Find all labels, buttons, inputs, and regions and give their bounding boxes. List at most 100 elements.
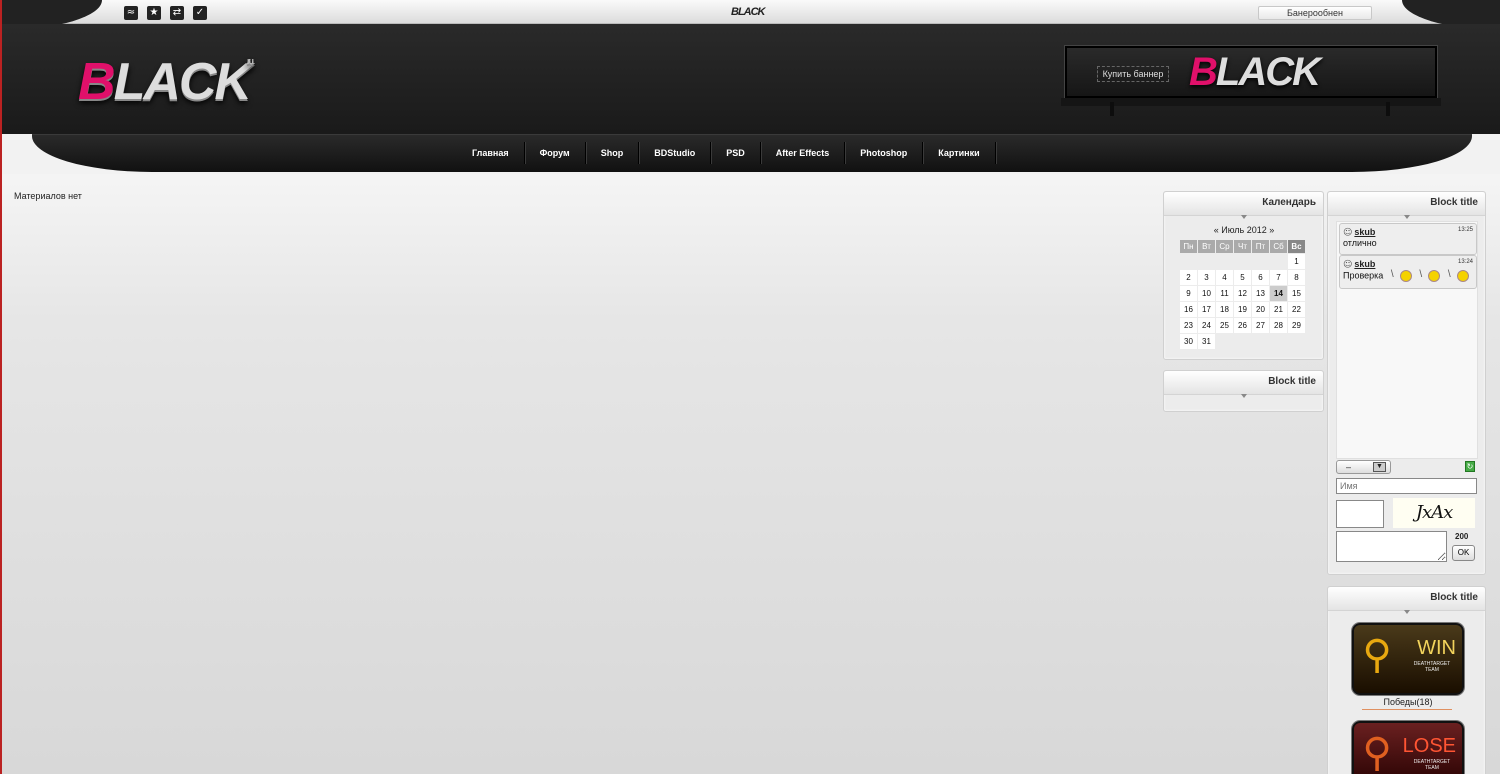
smiley-icon (1419, 269, 1441, 282)
banner-exchange-button[interactable]: Банерообнен (1258, 6, 1372, 20)
calendar-day[interactable]: 30 (1179, 333, 1198, 350)
calendar-day[interactable]: 28 (1269, 317, 1288, 334)
wins-label[interactable]: Победы(18) (1328, 697, 1488, 707)
awards-block-title: Block title (1328, 587, 1485, 614)
banner-leg (1386, 102, 1390, 116)
calendar-empty-cell (1270, 254, 1288, 270)
chat-message: skub 13:24 Проверка (1339, 255, 1477, 289)
nav-item-psd[interactable]: PSD (711, 142, 761, 164)
top-bar: ≈ ★ ⇄ ✓ BLACK Банерообнен (2, 0, 1500, 30)
chat-block-title: Block title (1328, 192, 1485, 219)
calendar-day[interactable]: 29 (1287, 317, 1306, 334)
calendar-day[interactable]: 25 (1215, 317, 1234, 334)
calendar-day[interactable]: 20 (1251, 301, 1270, 318)
mini-logo[interactable]: BLACK (731, 6, 765, 18)
calendar-day[interactable]: 13 (1251, 285, 1270, 302)
header-banner[interactable]: Купить баннер BLACK (1065, 46, 1437, 98)
trophy-icon: ⚲ (1362, 632, 1392, 678)
calendar-empty-cell (1252, 334, 1270, 350)
calendar-day[interactable]: 12 (1233, 285, 1252, 302)
calendar-day[interactable]: 16 (1179, 301, 1198, 318)
smiley-icon (1391, 269, 1412, 282)
buy-banner-button[interactable]: Купить баннер (1097, 66, 1169, 82)
calendar-day[interactable]: 9 (1179, 285, 1198, 302)
chat-message: skub 13:25 отлично (1339, 223, 1477, 255)
chat-block: Block title skub 13:25 отлично skub 13:2… (1327, 191, 1486, 575)
lose-award-image: ⚲ LOSE DEATHTARGET TEAM (1352, 721, 1464, 774)
char-counter: 200 (1455, 532, 1469, 541)
chat-message-text-value: Проверка (1343, 270, 1384, 281)
refresh-icon[interactable]: ↻ (1465, 461, 1475, 472)
calendar-empty-cell (1234, 334, 1252, 350)
prev-month-link[interactable]: « (1214, 225, 1219, 235)
calendar-empty-cell (1198, 254, 1216, 270)
calendar-weekday: Сб (1269, 239, 1288, 254)
calendar-day[interactable]: 27 (1251, 317, 1270, 334)
calendar-empty-cell (1234, 254, 1252, 270)
calendar-day[interactable]: 18 (1215, 301, 1234, 318)
calendar-empty-cell (1270, 334, 1288, 350)
captcha-input[interactable] (1336, 500, 1384, 528)
nav-item-photoshop[interactable]: Photoshop (845, 142, 924, 164)
calendar-day[interactable]: 2 (1179, 269, 1198, 286)
chat-message-text: отлично (1343, 238, 1377, 248)
nav-item-home[interactable]: Главная (457, 142, 525, 164)
site-logo[interactable]: BLACK .ru (78, 52, 254, 112)
rss-icon[interactable]: ≈ (124, 6, 138, 20)
calendar-empty-cell (1216, 334, 1234, 350)
chat-messages[interactable]: skub 13:25 отлично skub 13:24 Проверка (1336, 221, 1478, 459)
nav-item-after-effects[interactable]: After Effects (761, 142, 846, 164)
calendar-empty-cell (1180, 254, 1198, 270)
share-icon[interactable]: ⇄ (170, 6, 184, 20)
chat-message-text: Проверка (1343, 269, 1473, 282)
calendar-day[interactable]: 7 (1269, 269, 1288, 286)
trophy-icon: ⚲ (1362, 730, 1392, 774)
calendar-day[interactable]: 3 (1197, 269, 1216, 286)
calendar-day[interactable]: 26 (1233, 317, 1252, 334)
chevron-down-icon: ▼ (1373, 462, 1386, 472)
calendar-month-nav: « Июль 2012 » (1164, 225, 1324, 235)
calendar-day[interactable]: 21 (1269, 301, 1288, 318)
banner-leg (1110, 102, 1114, 116)
calendar-day[interactable]: 8 (1287, 269, 1306, 286)
smiley-select[interactable]: – ▼ (1336, 460, 1391, 474)
calendar-day[interactable]: 31 (1197, 333, 1216, 350)
calendar-day[interactable]: 17 (1197, 301, 1216, 318)
nav-item-shop[interactable]: Shop (586, 142, 640, 164)
calendar-day[interactable]: 11 (1215, 285, 1234, 302)
win-award-image: ⚲ WIN DEATHTARGET TEAM (1352, 623, 1464, 695)
calendar-day[interactable]: 22 (1287, 301, 1306, 318)
calendar-day[interactable]: 15 (1287, 285, 1306, 302)
calendar-day[interactable]: 1 (1287, 253, 1306, 270)
star-icon[interactable]: ★ (147, 6, 161, 20)
next-month-link[interactable]: » (1269, 225, 1274, 235)
calendar-day[interactable]: 5 (1233, 269, 1252, 286)
calendar-title: Календарь (1164, 192, 1323, 219)
calendar-weekday: Вт (1197, 239, 1216, 254)
nav-item-forum[interactable]: Форум (525, 142, 586, 164)
lose-award-word: LOSE (1402, 735, 1456, 757)
calendar-day[interactable]: 4 (1215, 269, 1234, 286)
calendar-day[interactable]: 6 (1251, 269, 1270, 286)
nav-item-bdstudio[interactable]: BDStudio (639, 142, 712, 164)
awards-block: Block title ⚲ WIN DEATHTARGET TEAM Побед… (1327, 586, 1486, 774)
calendar-day[interactable]: 14 (1269, 285, 1288, 302)
chat-message-user[interactable]: skub (1343, 227, 1375, 237)
calendar-weekday: Пт (1251, 239, 1270, 254)
calendar-day[interactable]: 19 (1233, 301, 1252, 318)
banner-shelf (1061, 98, 1441, 106)
calendar-day[interactable]: 24 (1197, 317, 1216, 334)
site-header: BLACK .ru Купить баннер BLACK (2, 24, 1500, 134)
empty-block-title: Block title (1164, 371, 1323, 398)
calendar-month: Июль 2012 (1221, 225, 1267, 235)
name-input[interactable] (1336, 478, 1477, 494)
nav-item-pictures[interactable]: Картинки (923, 142, 996, 164)
send-button[interactable]: OK (1452, 545, 1475, 561)
check-icon[interactable]: ✓ (193, 6, 207, 20)
calendar-day[interactable]: 23 (1179, 317, 1198, 334)
nav-items: Главная Форум Shop BDStudio PSD After Ef… (457, 142, 996, 164)
message-input[interactable] (1336, 531, 1447, 562)
calendar-weekday: Чт (1233, 239, 1252, 254)
chat-message-user[interactable]: skub (1343, 259, 1375, 269)
calendar-day[interactable]: 10 (1197, 285, 1216, 302)
